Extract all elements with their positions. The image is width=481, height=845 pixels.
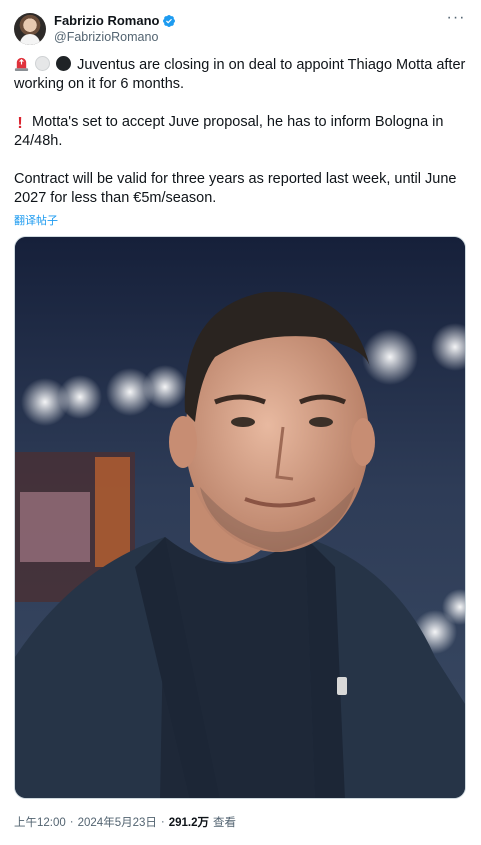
tweet-time[interactable]: 上午12:00 xyxy=(14,814,66,830)
siren-emoji xyxy=(14,57,29,71)
tweet-header: Fabrizio Romano @FabrizioRomano ··· xyxy=(14,10,466,46)
author-handle[interactable]: @FabrizioRomano xyxy=(54,30,176,44)
white-circle-emoji xyxy=(35,56,51,71)
tweet-meta: 上午12:00 · 2024年5月23日 · 291.2万 查看 xyxy=(14,814,236,830)
tweet-paragraph-3: Contract will be valid for three years a… xyxy=(14,170,466,208)
author-names: Fabrizio Romano @FabrizioRomano xyxy=(54,12,176,44)
translate-post-link[interactable]: 翻译帖子 xyxy=(14,212,58,228)
tweet-photo[interactable] xyxy=(14,236,466,799)
more-options-icon[interactable]: ··· xyxy=(446,10,466,28)
black-circle-emoji xyxy=(56,56,72,71)
meta-separator: · xyxy=(160,816,165,828)
avatar[interactable] xyxy=(14,13,46,45)
tweet-line-3: Contract will be valid for three years a… xyxy=(14,171,457,206)
exclamation-emoji: ! xyxy=(17,115,23,132)
tweet-text: Juventus are closing in on deal to appoi… xyxy=(14,56,466,208)
tweet-line-1: Juventus are closing in on deal to appoi… xyxy=(14,57,466,92)
views-label: 查看 xyxy=(213,817,237,829)
views-count: 291.2万 xyxy=(168,817,210,829)
tweet-line-2: Motta's set to accept Juve proposal, he … xyxy=(14,114,444,149)
photo-thiago-motta xyxy=(15,237,465,798)
tweet-paragraph-1: Juventus are closing in on deal to appoi… xyxy=(14,56,466,94)
verified-badge-icon xyxy=(163,14,176,27)
author-display-name[interactable]: Fabrizio Romano xyxy=(54,13,159,28)
tweet-date[interactable]: 2024年5月23日 xyxy=(78,814,157,830)
tweet-paragraph-2: ! Motta's set to accept Juve proposal, h… xyxy=(14,113,466,151)
meta-separator: · xyxy=(69,816,74,828)
